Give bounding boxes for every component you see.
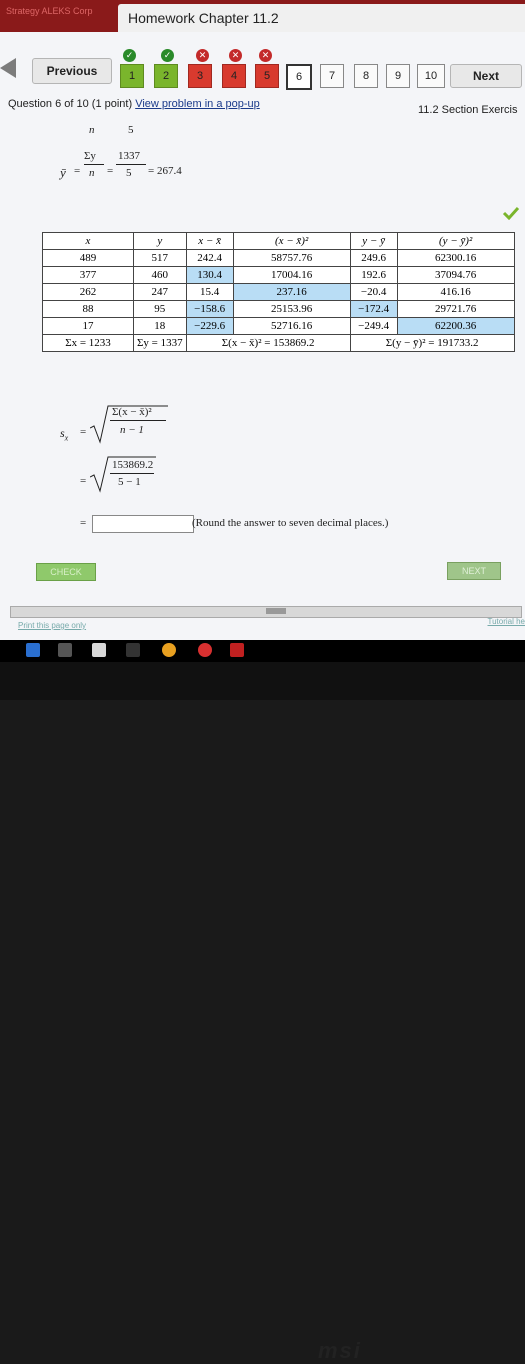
brand-text: Strategy ALEKS Corp bbox=[6, 6, 93, 16]
media-icon[interactable] bbox=[126, 643, 140, 657]
round-instruction: (Round the answer to seven decimal place… bbox=[192, 517, 388, 529]
next-step-button[interactable]: NEXT bbox=[447, 562, 501, 580]
sum-y-label: Σy bbox=[84, 150, 96, 162]
table-row: 88 95 −158.6 25153.96 −172.4 29721.76 bbox=[43, 301, 515, 318]
statistics-table: x y x − x̄ (x − x̄)² y − ȳ (y − ȳ)² 489 … bbox=[42, 232, 515, 352]
question-7-button[interactable]: 7 bbox=[320, 64, 344, 88]
sum-x: Σx = 1233 bbox=[43, 335, 134, 352]
col-header-x: x bbox=[43, 233, 134, 250]
question-1-button[interactable]: 1 bbox=[120, 64, 144, 88]
sum-y-dev-sq: Σ(y − ȳ)² = 191733.2 bbox=[350, 335, 514, 352]
question-8-button[interactable]: 8 bbox=[354, 64, 378, 88]
next-button[interactable]: Next bbox=[450, 64, 522, 88]
sum-y: Σy = 1337 bbox=[134, 335, 187, 352]
sum-x-dev-sq: Σ(x − x̄)² = 153869.2 bbox=[186, 335, 350, 352]
denominator-value: 5 − 1 bbox=[118, 476, 141, 488]
question-5-button[interactable]: 5 bbox=[255, 64, 279, 88]
question-header: Question 6 of 10 (1 point) View problem … bbox=[8, 98, 260, 110]
bezel-logo: msi bbox=[318, 1338, 362, 1364]
col-header-x-dev: x − x̄ bbox=[186, 233, 233, 250]
browser-screen: Strategy ALEKS Corp Homework Chapter 11.… bbox=[0, 0, 525, 640]
n-label: n bbox=[89, 124, 95, 136]
horizontal-scrollbar[interactable] bbox=[10, 606, 522, 618]
tutorial-link[interactable]: Tutorial he bbox=[488, 617, 525, 626]
previous-button[interactable]: Previous bbox=[32, 58, 112, 84]
table-row: 489 517 242.4 58757.76 249.6 62300.16 bbox=[43, 250, 515, 267]
col-header-y-dev-sq: (y − ȳ)² bbox=[397, 233, 514, 250]
title-bar: Strategy ALEKS Corp Homework Chapter 11.… bbox=[0, 0, 525, 32]
col-header-y-dev: y − ȳ bbox=[350, 233, 397, 250]
table-totals-row: Σx = 1233 Σy = 1337 Σ(x − x̄)² = 153869.… bbox=[43, 335, 515, 352]
section-label: 11.2 Section Exercis bbox=[418, 104, 517, 116]
n-denom: 5 bbox=[126, 167, 132, 179]
col-header-y: y bbox=[134, 233, 187, 250]
homework-tab[interactable]: Homework Chapter 11.2 bbox=[118, 4, 525, 32]
ybar-result: = 267.4 bbox=[148, 165, 182, 177]
question-3-button[interactable]: 3 bbox=[188, 64, 212, 88]
popup-link[interactable]: View problem in a pop-up bbox=[135, 98, 260, 110]
question-6-button[interactable]: 6 bbox=[286, 64, 312, 90]
close-app-icon[interactable] bbox=[198, 643, 212, 657]
col-header-x-dev-sq: (x − x̄)² bbox=[233, 233, 350, 250]
laptop-bezel: msi bbox=[0, 662, 525, 700]
app-icon[interactable] bbox=[58, 643, 72, 657]
question-2-button[interactable]: 2 bbox=[154, 64, 178, 88]
table-header-row: x y x − x̄ (x − x̄)² y − ȳ (y − ȳ)² bbox=[43, 233, 515, 250]
n-value: 5 bbox=[128, 124, 134, 136]
table-row: 377 460 130.4 17004.16 192.6 37094.76 bbox=[43, 267, 515, 284]
table-row: 17 18 −229.6 52716.16 −249.4 62200.36 bbox=[43, 318, 515, 335]
scrollbar-thumb[interactable] bbox=[266, 608, 286, 614]
ybar-symbol: ȳ bbox=[60, 165, 66, 181]
sum-y-value: 1337 bbox=[118, 150, 140, 162]
security-icon[interactable] bbox=[230, 643, 244, 657]
question-number: Question 6 of 10 (1 point) bbox=[8, 98, 132, 110]
check-button[interactable]: CHECK bbox=[36, 563, 96, 581]
chrome-icon[interactable] bbox=[162, 643, 176, 657]
question-9-button[interactable]: 9 bbox=[386, 64, 410, 88]
table-row: 262 247 15.4 237.16 −20.4 416.16 bbox=[43, 284, 515, 301]
sx-symbol: sx bbox=[60, 426, 68, 442]
print-link[interactable]: Print this page only bbox=[18, 621, 86, 630]
mail-icon[interactable] bbox=[92, 643, 106, 657]
answer-input[interactable] bbox=[92, 515, 194, 533]
numerator-value: 153869.2 bbox=[112, 459, 153, 471]
question-4-button[interactable]: 4 bbox=[222, 64, 246, 88]
fraction-bar-2 bbox=[116, 164, 146, 165]
os-taskbar bbox=[0, 640, 525, 662]
question-10-button[interactable]: 10 bbox=[417, 64, 445, 88]
window-icon[interactable] bbox=[26, 643, 40, 657]
back-arrow-icon[interactable] bbox=[0, 58, 16, 78]
formula-numerator: Σ(x − x̄)² bbox=[112, 406, 152, 418]
homework-title: Homework Chapter 11.2 bbox=[128, 10, 279, 26]
formula-denominator: n − 1 bbox=[120, 424, 144, 436]
correct-check-icon bbox=[502, 206, 520, 220]
fraction-bar bbox=[84, 164, 104, 165]
